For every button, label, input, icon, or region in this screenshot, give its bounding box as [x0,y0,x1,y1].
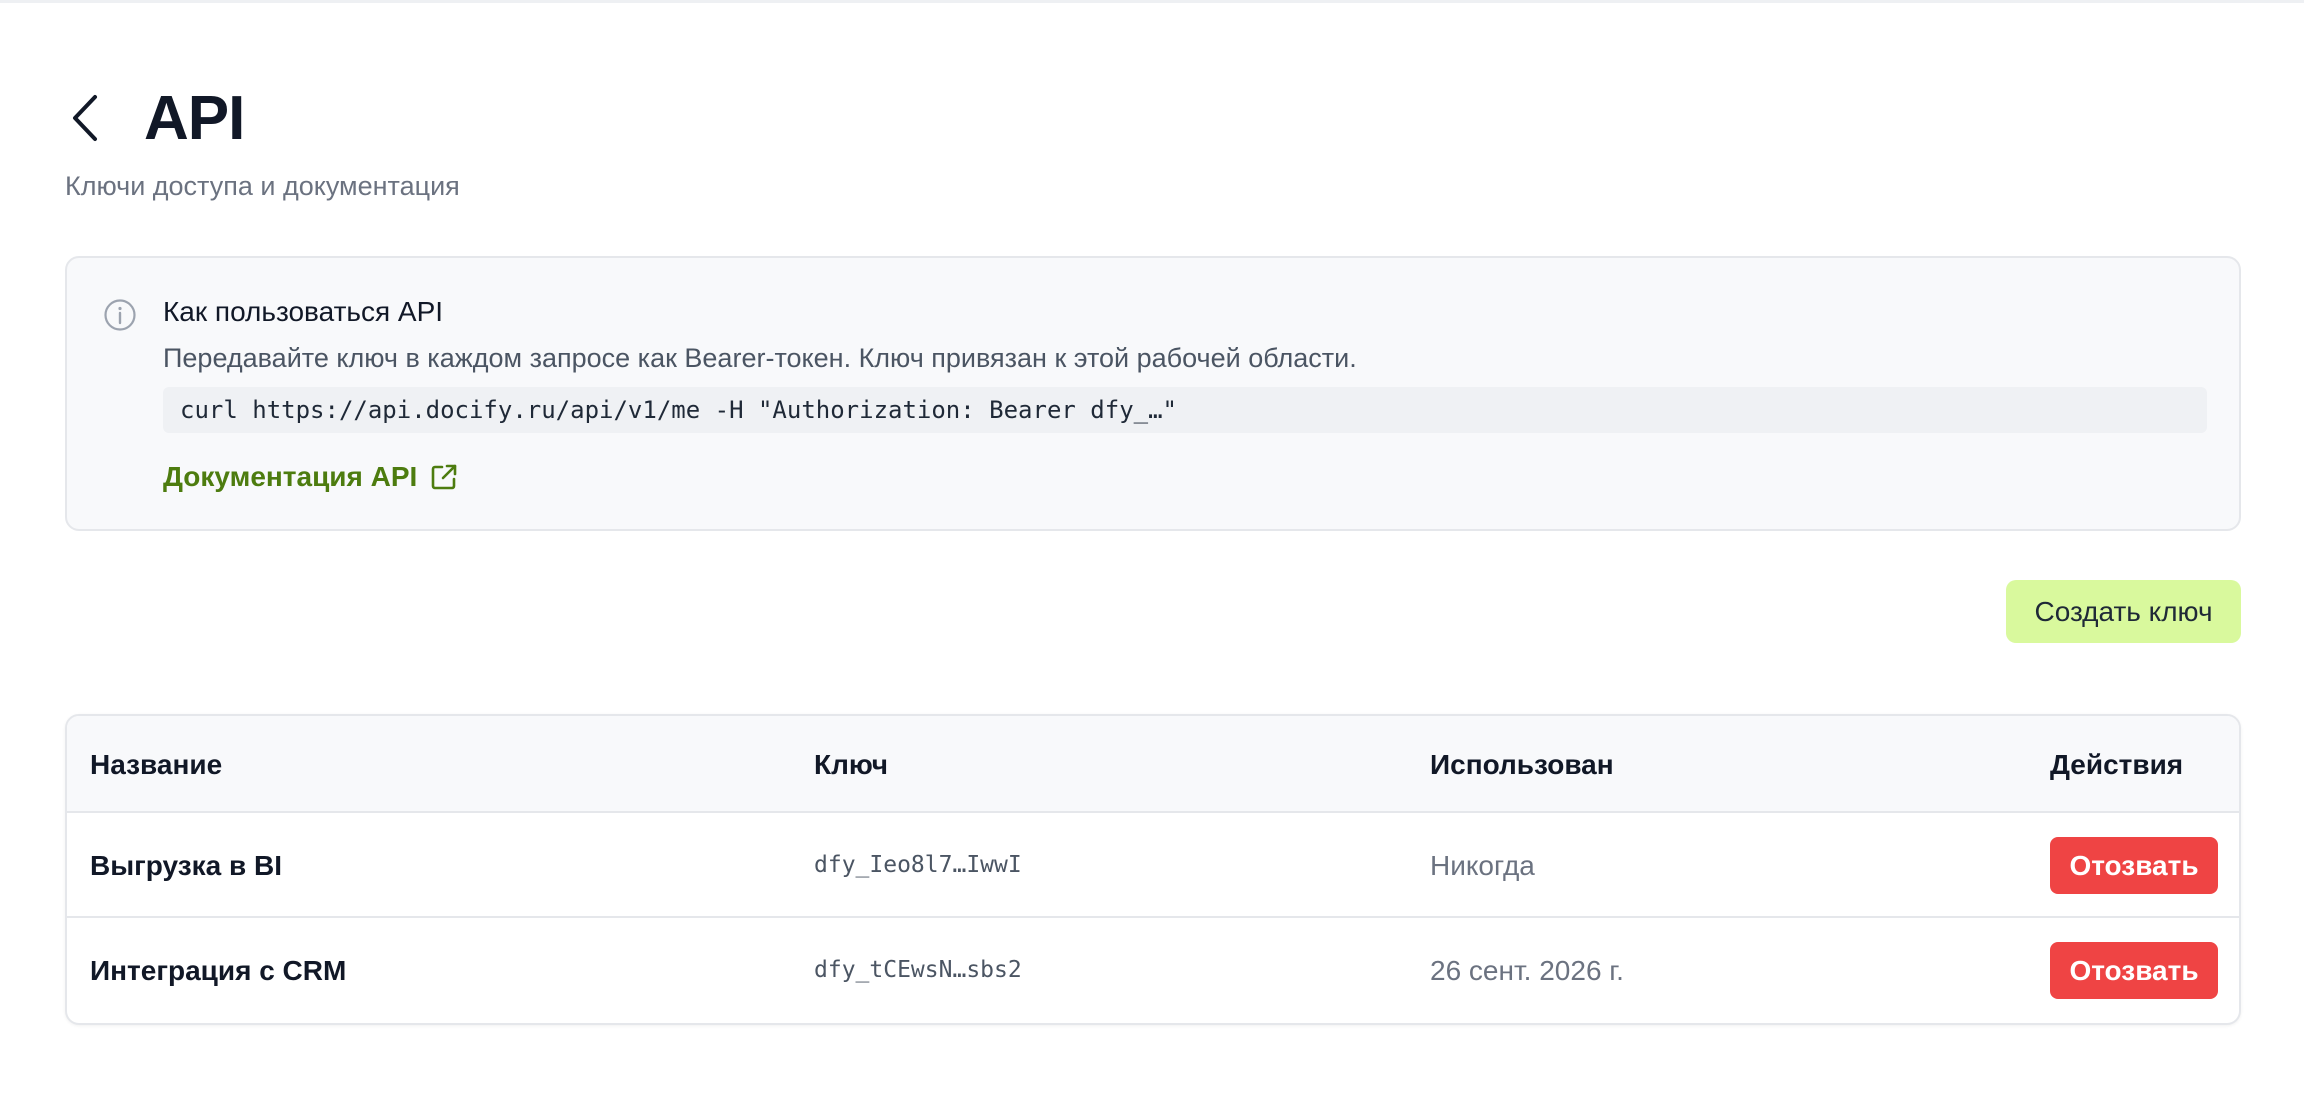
create-key-button[interactable]: Создать ключ [2006,580,2241,643]
api-usage-card: Как пользоваться API Передавайте ключ в … [65,256,2241,531]
key-value: dfy_tCEwsN…sbs2 [814,957,1022,983]
page-subtitle: Ключи доступа и документация [65,171,460,201]
column-header-key[interactable]: Ключ [814,716,888,813]
info-circle-icon [104,299,136,331]
info-description: Передавайте ключ в каждом запросе как Be… [163,343,1357,373]
chevron-left-icon [73,95,97,141]
column-header-actions: Действия [2050,749,2184,780]
table-header: Название Ключ Использован Действия [67,716,2239,813]
table-row: Интеграция с CRM dfy_tCEwsN…sbs2 26 сент… [67,918,2239,1023]
revoke-button[interactable]: Отозвать [2050,942,2218,999]
info-heading: Как пользоваться API [163,296,444,327]
key-last-used: Никогда [1430,850,1535,881]
curl-example: curl https://api.docify.ru/api/v1/me -H … [163,387,2207,433]
top-divider [0,0,2304,3]
external-link-icon [432,464,457,490]
column-header-name[interactable]: Название [90,716,222,813]
table-row: Выгрузка в BI dfy_Ieo8l7…IwwI Никогда От… [67,813,2239,918]
api-docs-link-label: Документация API [163,461,418,492]
column-header-used[interactable]: Использован [1430,716,1614,813]
api-docs-link[interactable]: Документация API [163,461,459,493]
page-header: API [65,78,245,158]
page-title: API [144,83,245,153]
key-value: dfy_Ieo8l7…IwwI [814,852,1022,878]
key-name: Интеграция с CRM [90,955,347,986]
key-name: Выгрузка в BI [90,850,283,881]
key-last-used: 26 сент. 2026 г. [1430,955,1624,986]
revoke-button[interactable]: Отозвать [2050,837,2218,894]
back-button[interactable] [65,78,127,158]
api-keys-table: Название Ключ Использован Действия Выгру… [65,714,2241,1025]
